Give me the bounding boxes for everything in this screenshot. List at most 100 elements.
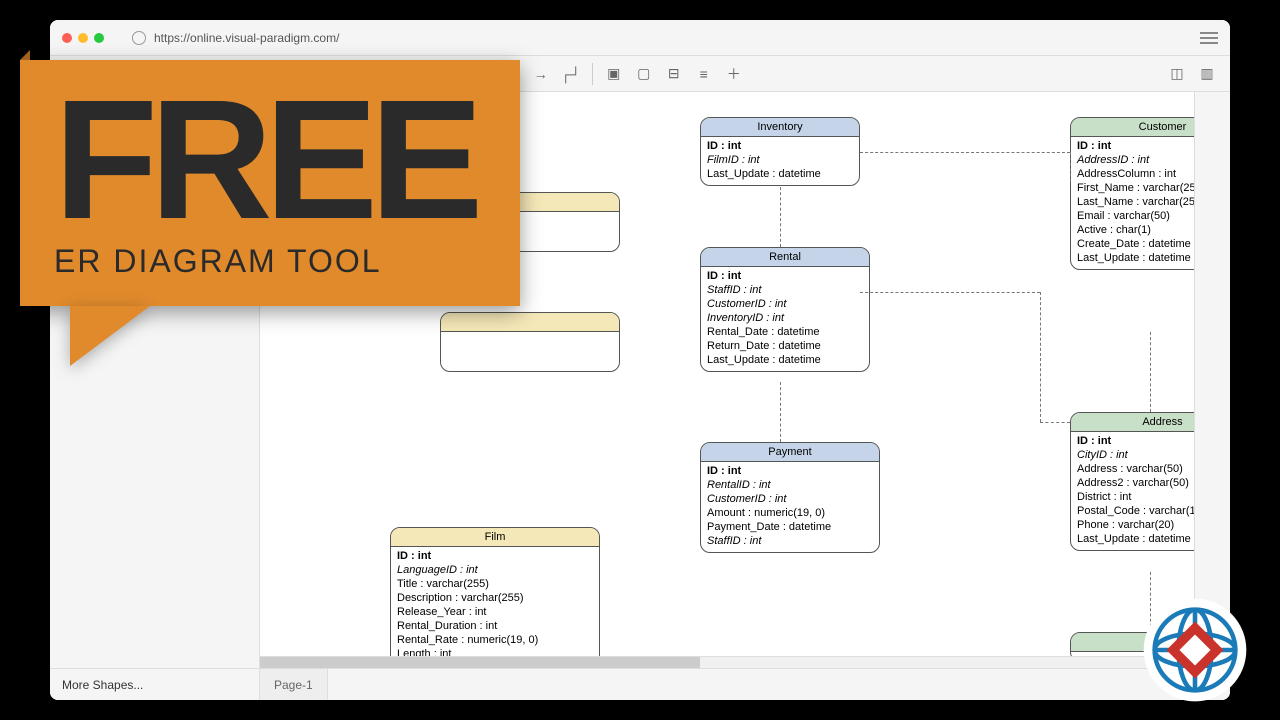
entity-hidden[interactable] [440, 192, 620, 252]
delete-icon[interactable]: 🗑 [382, 61, 408, 87]
entity-column[interactable]: Address2 : varchar(50) [1077, 476, 1194, 490]
to-front-icon[interactable]: ▣ [601, 61, 627, 87]
entity-column[interactable]: ID : int [707, 269, 863, 283]
shadow-icon[interactable]: ▭ [485, 61, 511, 87]
entity-column[interactable]: District : int [1077, 490, 1194, 504]
minimize-icon[interactable] [78, 33, 88, 43]
entity-column[interactable]: First_Name : varchar(255) [1077, 181, 1194, 195]
entity-column[interactable]: FilmID : int [707, 153, 853, 167]
to-back-icon[interactable]: ▢ [631, 61, 657, 87]
sidebar: Se En [50, 92, 260, 668]
distribute-icon[interactable]: ≡ [691, 61, 717, 87]
entity-column[interactable]: StaffID : int [707, 283, 863, 297]
entity-column[interactable]: StaffID : int [707, 534, 873, 548]
entity-inventory[interactable]: Inventory ID : intFilmID : intLast_Updat… [700, 117, 860, 186]
entity-column[interactable]: InventoryID : int [707, 311, 863, 325]
entity-column[interactable]: Rental_Duration : int [397, 619, 593, 633]
save-icon[interactable] [60, 61, 86, 87]
entity-column[interactable]: Amount : numeric(19, 0) [707, 506, 873, 520]
entity-column[interactable]: Last_Update : datetime [707, 167, 853, 181]
fill-color-icon[interactable]: ◆ [425, 61, 451, 87]
scroll-thumb[interactable] [260, 657, 700, 668]
entity-rental[interactable]: Rental ID : intStaffID : intCustomerID :… [700, 247, 870, 372]
entity-column[interactable]: Address : varchar(50) [1077, 462, 1194, 476]
entity-column[interactable]: Last_Update : datetime [1077, 251, 1194, 265]
connector-icon[interactable]: → [528, 61, 554, 87]
align-icon[interactable]: ⊟ [661, 61, 687, 87]
connector[interactable] [860, 152, 1070, 153]
entity-hidden[interactable] [440, 312, 620, 372]
undo-icon[interactable]: ↶ [103, 61, 129, 87]
waypoint-icon[interactable]: ┌┘ [558, 61, 584, 87]
entity-column[interactable]: RentalID : int [707, 478, 873, 492]
entity-column[interactable]: ID : int [707, 139, 853, 153]
entity-title: Customer [1071, 118, 1194, 137]
redo-icon[interactable]: ↷ [133, 61, 159, 87]
zoom-dropdown-icon[interactable]: ▾ [249, 61, 275, 87]
entity-column[interactable]: CustomerID : int [707, 492, 873, 506]
entity-column[interactable]: Rental_Date : datetime [707, 325, 863, 339]
outline-icon[interactable]: ◫ [1164, 61, 1190, 87]
canvas[interactable]: Inventory ID : intFilmID : intLast_Updat… [260, 92, 1194, 668]
entity-column[interactable]: ID : int [707, 464, 873, 478]
connector[interactable] [860, 292, 1040, 293]
zoom-in-icon[interactable] [279, 61, 305, 87]
copy-icon[interactable]: ⧉ [322, 61, 348, 87]
entity-payment[interactable]: Payment ID : intRentalID : intCustomerID… [700, 442, 880, 553]
entity-icon [62, 177, 78, 189]
entity-column[interactable]: CityID : int [1077, 448, 1194, 462]
footer: More Shapes... Page-1 [50, 668, 1230, 700]
zoom-out-icon[interactable] [176, 61, 202, 87]
entity-column[interactable]: Email : varchar(50) [1077, 209, 1194, 223]
line-color-icon[interactable]: ✎ [455, 61, 481, 87]
entity-column[interactable]: Release_Year : int [397, 605, 593, 619]
connector[interactable] [1150, 332, 1151, 412]
entity-column[interactable]: Payment_Date : datetime [707, 520, 873, 534]
entity-column[interactable]: Description : varchar(255) [397, 591, 593, 605]
connector[interactable] [780, 382, 781, 442]
entity-column[interactable]: Title : varchar(255) [397, 577, 593, 591]
more-shapes-button[interactable]: More Shapes... [50, 669, 260, 700]
entity-column[interactable]: ID : int [1077, 139, 1194, 153]
connector[interactable] [1040, 292, 1041, 422]
entity-column[interactable]: Last_Update : datetime [1077, 532, 1194, 546]
browser-bar: https://online.visual-paradigm.com/ [50, 20, 1230, 56]
right-rail [1194, 92, 1230, 668]
entity-customer[interactable]: Customer ID : intAddressID : intAddressC… [1070, 117, 1194, 270]
entity-column[interactable]: LanguageID : int [397, 563, 593, 577]
site-info-icon[interactable] [132, 31, 146, 45]
format-panel-icon[interactable]: ▥ [1194, 61, 1220, 87]
horizontal-scrollbar[interactable] [260, 656, 1194, 668]
entity-column[interactable]: Rental_Rate : numeric(19, 0) [397, 633, 593, 647]
shape-entity-yellow[interactable] [50, 153, 259, 173]
close-icon[interactable] [62, 33, 72, 43]
entity-column[interactable]: AddressID : int [1077, 153, 1194, 167]
paste-icon[interactable]: 📋 [352, 61, 378, 87]
hamburger-menu-icon[interactable] [1200, 32, 1218, 44]
entity-column[interactable]: AddressColumn : int [1077, 167, 1194, 181]
window-controls[interactable] [62, 33, 104, 43]
maximize-icon[interactable] [94, 33, 104, 43]
entity-column[interactable]: Return_Date : datetime [707, 339, 863, 353]
sidebar-category[interactable]: En [50, 130, 259, 153]
zoom-level[interactable]: 100% [206, 67, 245, 81]
address-bar[interactable]: https://online.visual-paradigm.com/ [132, 31, 1192, 45]
entity-column[interactable]: Create_Date : datetime [1077, 237, 1194, 251]
entity-column[interactable]: Active : char(1) [1077, 223, 1194, 237]
entity-column[interactable]: ID : int [397, 549, 593, 563]
search-input[interactable]: Se [58, 100, 251, 122]
connector[interactable] [780, 187, 781, 247]
connector[interactable] [1070, 152, 1071, 182]
entity-column[interactable]: CustomerID : int [707, 297, 863, 311]
entity-column[interactable]: Phone : varchar(20) [1077, 518, 1194, 532]
entity-column[interactable]: Postal_Code : varchar(10) [1077, 504, 1194, 518]
entity-column[interactable]: Last_Name : varchar(255) [1077, 195, 1194, 209]
page-tab[interactable]: Page-1 [260, 669, 328, 700]
entity-film[interactable]: Film ID : intLanguageID : intTitle : var… [390, 527, 600, 666]
entity-address[interactable]: Address ID : intCityID : intAddress : va… [1070, 412, 1194, 551]
add-icon[interactable]: ＋ [721, 61, 747, 87]
entity-column[interactable]: ID : int [1077, 434, 1194, 448]
entity-column[interactable]: Last_Update : datetime [707, 353, 863, 367]
connector[interactable] [1040, 422, 1070, 423]
shape-entity-green[interactable] [50, 173, 259, 193]
